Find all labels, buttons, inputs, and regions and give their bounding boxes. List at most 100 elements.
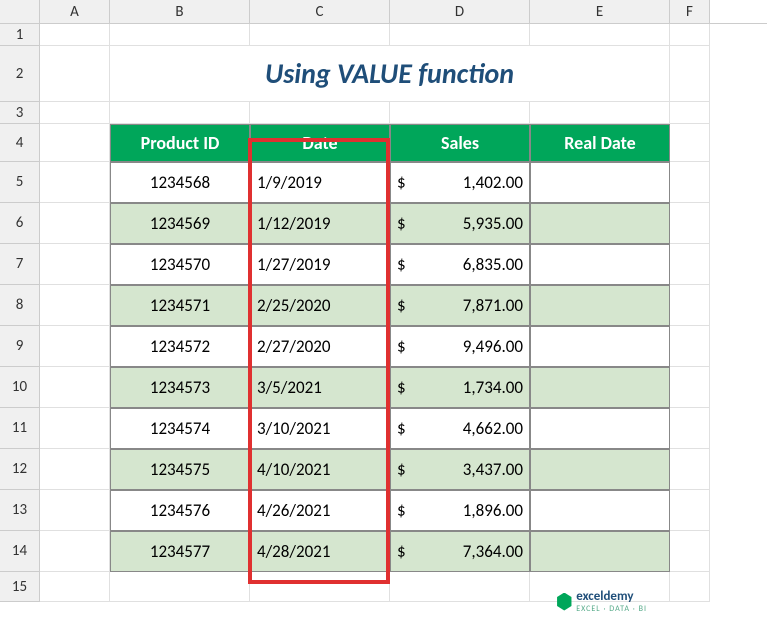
cell-date[interactable]: 1/27/2019 (250, 244, 390, 285)
cell-product-id[interactable]: 1234577 (110, 531, 250, 572)
row-label-12[interactable]: 12 (0, 449, 40, 490)
cell-real-date[interactable] (530, 449, 670, 490)
cell-date[interactable]: 3/5/2021 (250, 367, 390, 408)
cell-F15[interactable] (670, 572, 710, 602)
cell-A10[interactable] (40, 367, 110, 408)
cell-product-id[interactable]: 1234569 (110, 203, 250, 244)
cell-A8[interactable] (40, 285, 110, 326)
cell-sales[interactable]: $7,364.00 (390, 531, 530, 572)
header-sales[interactable]: Sales (390, 124, 530, 162)
cell-A6[interactable] (40, 203, 110, 244)
header-real-date[interactable]: Real Date (530, 124, 670, 162)
cell-date[interactable]: 2/27/2020 (250, 326, 390, 367)
header-date[interactable]: Date (250, 124, 390, 162)
cell-real-date[interactable] (530, 244, 670, 285)
cell-A12[interactable] (40, 449, 110, 490)
cell-F11[interactable] (670, 408, 710, 449)
cell-date[interactable]: 4/26/2021 (250, 490, 390, 531)
cell-real-date[interactable] (530, 162, 670, 203)
cell-product-id[interactable]: 1234570 (110, 244, 250, 285)
cell-F5[interactable] (670, 162, 710, 203)
cell-A9[interactable] (40, 326, 110, 367)
cell-date[interactable]: 1/12/2019 (250, 203, 390, 244)
cell-A1[interactable] (40, 24, 110, 46)
cell-D3[interactable] (390, 102, 530, 124)
cell-F13[interactable] (670, 490, 710, 531)
cell-C1[interactable] (250, 24, 390, 46)
cell-A11[interactable] (40, 408, 110, 449)
cell-sales[interactable]: $7,871.00 (390, 285, 530, 326)
row-label-13[interactable]: 13 (0, 490, 40, 531)
row-label-6[interactable]: 6 (0, 203, 40, 244)
cell-date[interactable]: 2/25/2020 (250, 285, 390, 326)
cell-product-id[interactable]: 1234575 (110, 449, 250, 490)
cell-C3[interactable] (250, 102, 390, 124)
cell-A5[interactable] (40, 162, 110, 203)
cell-sales[interactable]: $9,496.00 (390, 326, 530, 367)
cell-F7[interactable] (670, 244, 710, 285)
cell-product-id[interactable]: 1234576 (110, 490, 250, 531)
cell-sales[interactable]: $5,935.00 (390, 203, 530, 244)
cell-B1[interactable] (110, 24, 250, 46)
cell-sales[interactable]: $1,402.00 (390, 162, 530, 203)
cell-date[interactable]: 4/28/2021 (250, 531, 390, 572)
row-label-3[interactable]: 3 (0, 102, 40, 124)
cell-D1[interactable] (390, 24, 530, 46)
row-label-7[interactable]: 7 (0, 244, 40, 285)
cell-sales[interactable]: $1,896.00 (390, 490, 530, 531)
cell-F6[interactable] (670, 203, 710, 244)
cell-F10[interactable] (670, 367, 710, 408)
cell-real-date[interactable] (530, 408, 670, 449)
cell-E1[interactable] (530, 24, 670, 46)
cell-C15[interactable] (250, 572, 390, 602)
col-header-B[interactable]: B (110, 0, 250, 23)
cell-date[interactable]: 4/10/2021 (250, 449, 390, 490)
cell-A15[interactable] (40, 572, 110, 602)
cell-F9[interactable] (670, 326, 710, 367)
row-label-15[interactable]: 15 (0, 572, 40, 602)
cell-real-date[interactable] (530, 490, 670, 531)
cell-sales[interactable]: $3,437.00 (390, 449, 530, 490)
cell-F2[interactable] (670, 46, 710, 102)
cell-F8[interactable] (670, 285, 710, 326)
col-header-D[interactable]: D (390, 0, 530, 23)
cell-real-date[interactable] (530, 367, 670, 408)
cell-E3[interactable] (530, 102, 670, 124)
cell-A14[interactable] (40, 531, 110, 572)
cell-sales[interactable]: $6,835.00 (390, 244, 530, 285)
cell-product-id[interactable]: 1234573 (110, 367, 250, 408)
cell-A2[interactable] (40, 46, 110, 102)
cell-F14[interactable] (670, 531, 710, 572)
cell-A7[interactable] (40, 244, 110, 285)
cell-A4[interactable] (40, 124, 110, 162)
cell-product-id[interactable]: 1234572 (110, 326, 250, 367)
row-label-11[interactable]: 11 (0, 408, 40, 449)
col-header-A[interactable]: A (40, 0, 110, 23)
row-label-14[interactable]: 14 (0, 531, 40, 572)
cell-product-id[interactable]: 1234574 (110, 408, 250, 449)
row-label-10[interactable]: 10 (0, 367, 40, 408)
row-label-4[interactable]: 4 (0, 124, 40, 162)
cell-real-date[interactable] (530, 326, 670, 367)
cell-F1[interactable] (670, 24, 710, 46)
cell-real-date[interactable] (530, 531, 670, 572)
title-cell[interactable]: Using VALUE function (110, 46, 670, 102)
cell-F3[interactable] (670, 102, 710, 124)
cell-F12[interactable] (670, 449, 710, 490)
row-label-1[interactable]: 1 (0, 24, 40, 46)
cell-sales[interactable]: $4,662.00 (390, 408, 530, 449)
cell-date[interactable]: 3/10/2021 (250, 408, 390, 449)
corner-cell[interactable] (0, 0, 40, 23)
col-header-F[interactable]: F (670, 0, 710, 23)
row-label-5[interactable]: 5 (0, 162, 40, 203)
cell-date[interactable]: 1/9/2019 (250, 162, 390, 203)
cell-F4[interactable] (670, 124, 710, 162)
header-product-id[interactable]: Product ID (110, 124, 250, 162)
col-header-E[interactable]: E (530, 0, 670, 23)
col-header-C[interactable]: C (250, 0, 390, 23)
cell-A13[interactable] (40, 490, 110, 531)
cell-sales[interactable]: $1,734.00 (390, 367, 530, 408)
cell-B3[interactable] (110, 102, 250, 124)
cell-real-date[interactable] (530, 203, 670, 244)
row-label-8[interactable]: 8 (0, 285, 40, 326)
